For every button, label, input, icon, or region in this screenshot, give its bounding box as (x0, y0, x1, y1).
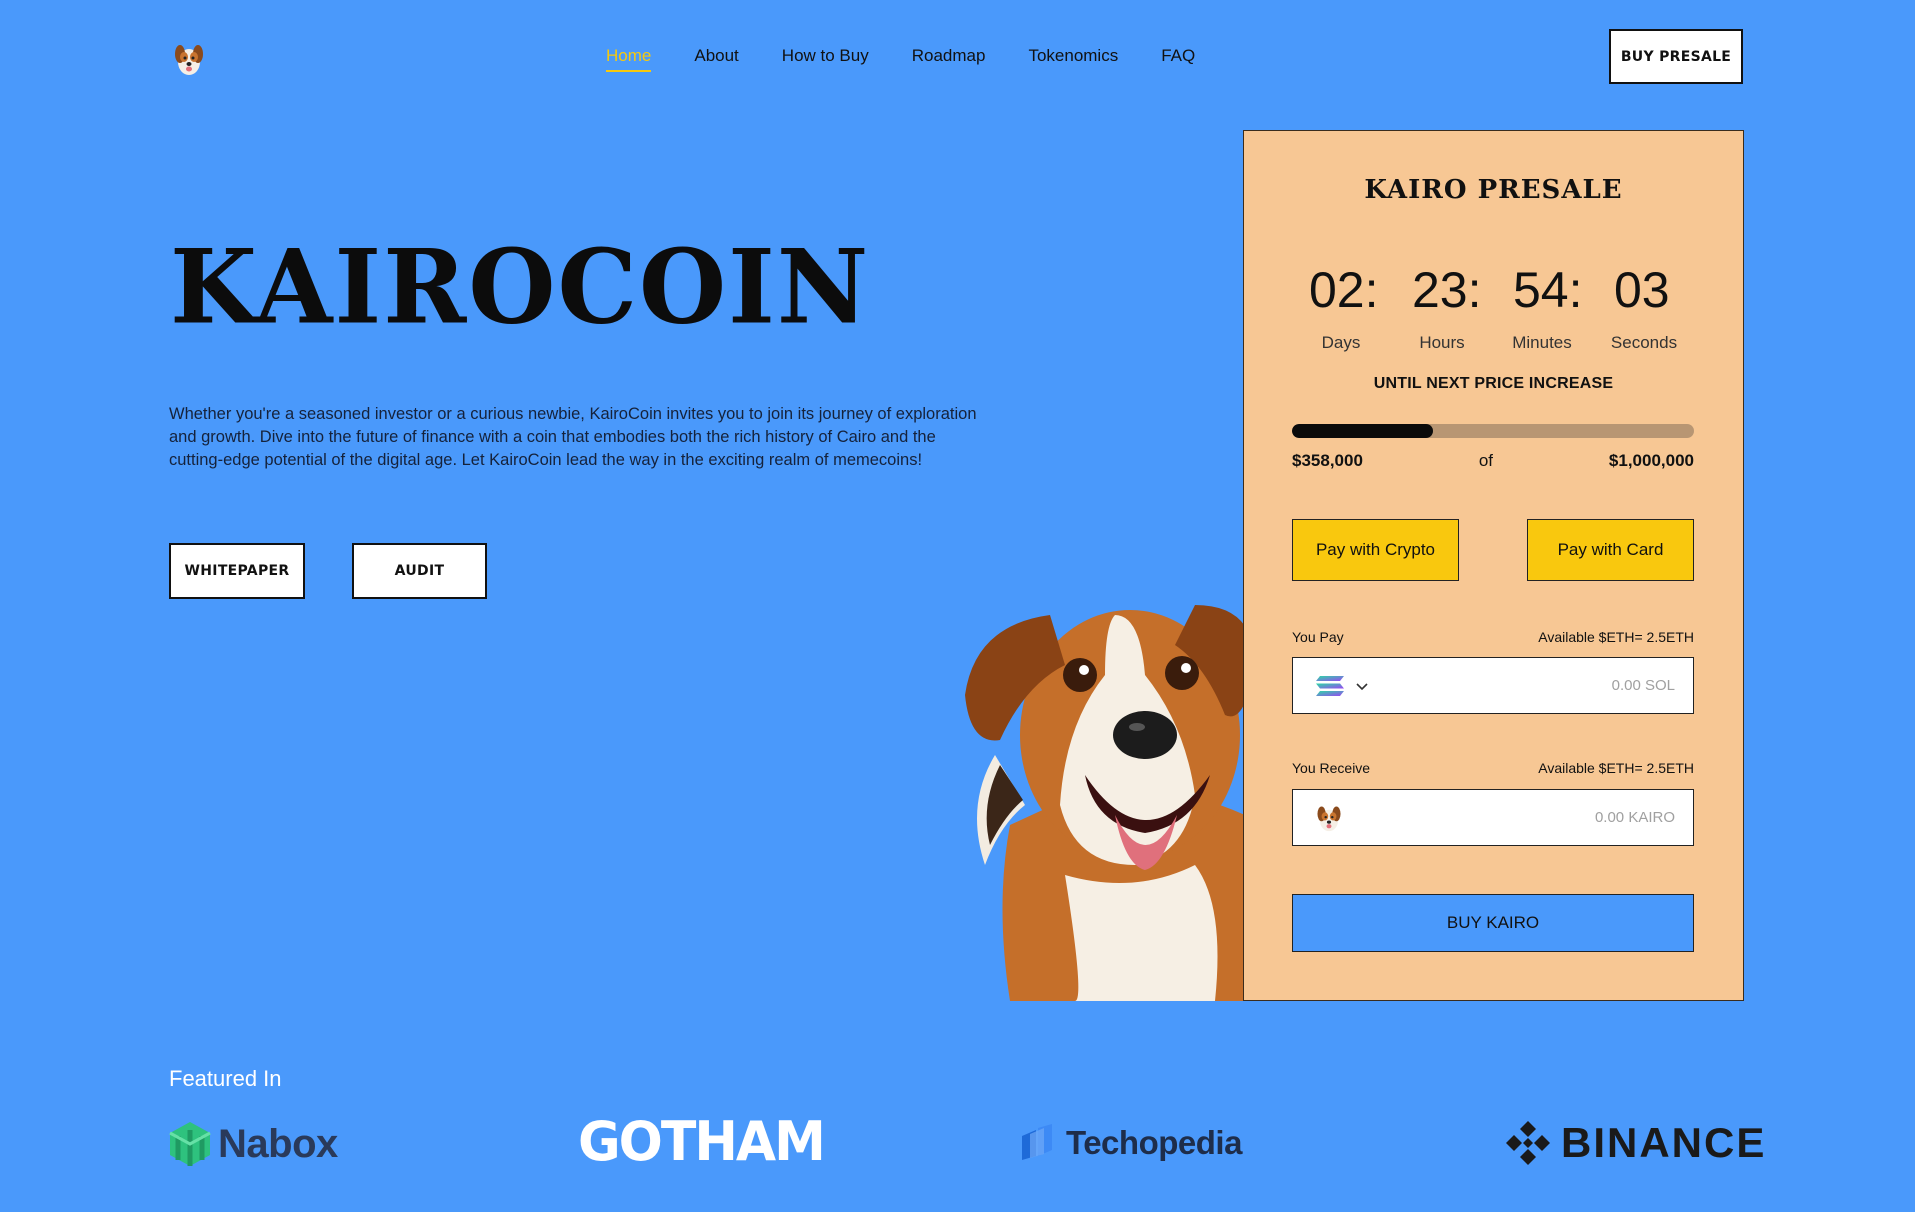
binance-icon (1506, 1121, 1550, 1165)
pay-with-crypto-button[interactable]: Pay with Crypto (1292, 519, 1459, 581)
buy-presale-button[interactable]: BUY PRESALE (1609, 29, 1743, 84)
solana-icon[interactable] (1315, 675, 1345, 697)
chevron-down-icon[interactable] (1355, 679, 1369, 693)
countdown-seconds: 03 (1614, 262, 1670, 318)
techopedia-icon (1022, 1124, 1052, 1160)
nabox-wordmark: Nabox (218, 1121, 338, 1166)
kairo-logo-icon[interactable] (172, 40, 206, 78)
you-pay-available: Available $ETH= 2.5ETH (1538, 629, 1694, 645)
presale-progress-bar (1292, 424, 1694, 438)
binance-wordmark: BINANCE (1561, 1119, 1767, 1166)
binance-logo[interactable]: BINANCE (1503, 1118, 1766, 1168)
you-receive-input[interactable] (1353, 809, 1675, 826)
countdown-days-label: Days (1321, 333, 1361, 352)
presale-title: KAIRO PRESALE (1364, 175, 1623, 205)
hero-title: KAIROCOIN (170, 226, 871, 348)
countdown-minutes: 54: (1513, 262, 1583, 318)
raised-amount: $358,000 (1292, 451, 1363, 470)
techopedia-logo[interactable]: Techopedia (1018, 1124, 1242, 1162)
buy-kairo-button[interactable]: BUY KAIRO (1292, 894, 1694, 952)
countdown-minutes-label: Minutes (1512, 333, 1572, 352)
techopedia-wordmark: Techopedia (1066, 1124, 1242, 1161)
audit-button[interactable]: AUDIT (352, 543, 487, 599)
dog-mascot-image (965, 605, 1245, 1001)
nav-roadmap[interactable]: Roadmap (912, 46, 986, 72)
you-receive-label: You Receive (1292, 760, 1371, 776)
featured-in-label: Featured In (169, 1066, 282, 1091)
nabox-logo[interactable]: Nabox (168, 1120, 338, 1168)
kairo-token-icon (1317, 805, 1341, 831)
gotham-logo[interactable]: GOTHAM (578, 1111, 826, 1174)
countdown-hours: 23: (1412, 262, 1482, 318)
nav-faq[interactable]: FAQ (1161, 46, 1195, 72)
whitepaper-button[interactable]: WHITEPAPER (169, 543, 305, 599)
nav-how-to-buy[interactable]: How to Buy (782, 46, 869, 72)
raised-of-text: of (1478, 451, 1493, 470)
you-pay-label: You Pay (1292, 629, 1344, 645)
you-pay-input[interactable] (1379, 677, 1675, 694)
until-next-price-text: UNTIL NEXT PRICE INCREASE (1373, 375, 1614, 392)
main-nav: Home About How to Buy Roadmap Tokenomics… (606, 46, 1195, 72)
nabox-icon (169, 1122, 211, 1166)
nav-tokenomics[interactable]: Tokenomics (1028, 46, 1118, 72)
countdown-hours-label: Hours (1419, 333, 1465, 352)
you-receive-label-row: You Receive Available $ETH= 2.5ETH (1292, 760, 1694, 776)
presale-card: KAIRO PRESALE 02: 23: 54: 03 Days Hours … (1243, 130, 1744, 1001)
nav-about[interactable]: About (694, 46, 738, 72)
presale-progress-fill (1292, 424, 1433, 438)
countdown-seconds-label: Seconds (1610, 333, 1678, 352)
countdown-days: 02: (1309, 262, 1379, 318)
pay-with-card-button[interactable]: Pay with Card (1527, 519, 1694, 581)
you-receive-field (1292, 789, 1694, 846)
you-receive-available: Available $ETH= 2.5ETH (1538, 760, 1694, 776)
nav-home[interactable]: Home (606, 46, 652, 72)
hero-description: Whether you're a seasoned investor or a … (169, 405, 977, 469)
you-pay-field (1292, 657, 1694, 714)
goal-amount: $1,000,000 (1608, 451, 1694, 470)
raised-row: $358,000 of $1,000,000 (1292, 451, 1694, 471)
you-pay-label-row: You Pay Available $ETH= 2.5ETH (1292, 629, 1694, 645)
